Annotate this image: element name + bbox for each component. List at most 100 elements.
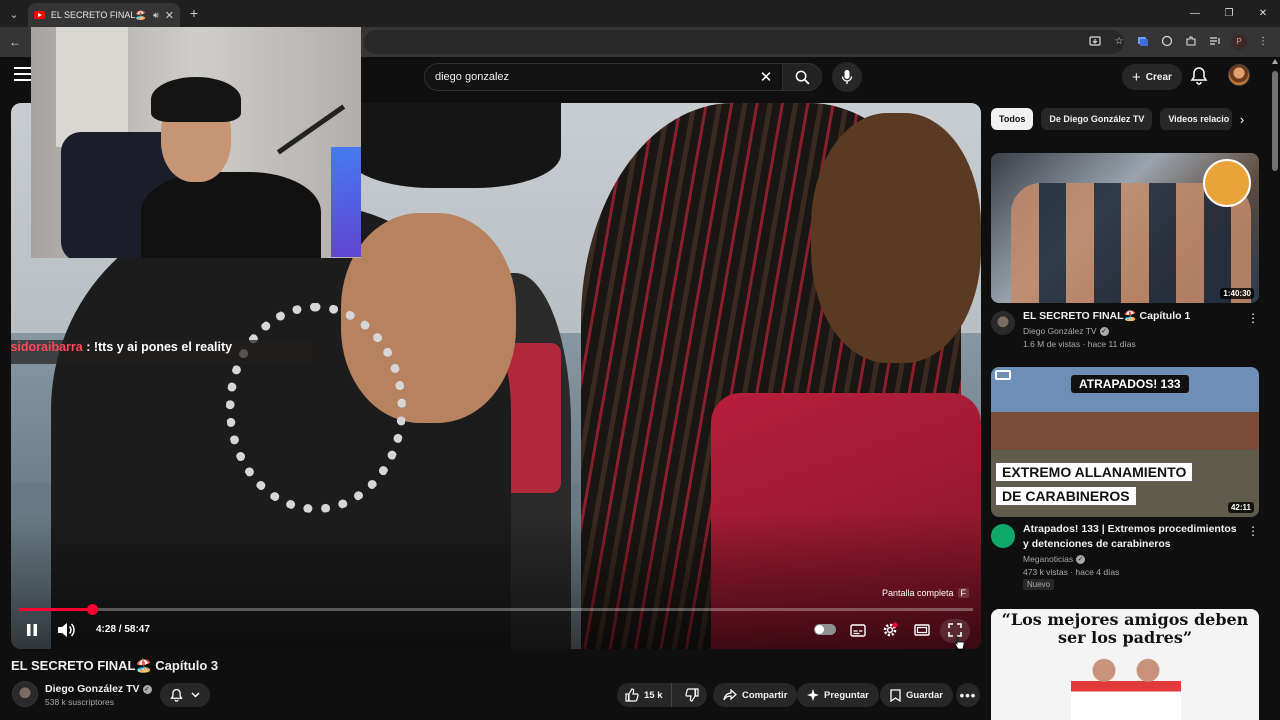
bookmark-icon bbox=[890, 688, 901, 702]
fullscreen-icon bbox=[948, 623, 962, 637]
volume-icon bbox=[58, 623, 75, 637]
subtitles-icon bbox=[850, 623, 866, 637]
browser-tab-active[interactable]: EL SECRETO FINAL🏖️ Capítulo 3 🔊︎ ✕ bbox=[28, 3, 180, 27]
address-bar[interactable] bbox=[364, 30, 1124, 54]
video-title-link[interactable]: EL SECRETO FINAL🏖️ Capítulo 1 bbox=[1023, 309, 1243, 324]
search-input[interactable]: diego gonzalez ✕ bbox=[424, 63, 782, 91]
share-button[interactable]: Compartir bbox=[713, 683, 798, 707]
thumbnail-quote: “Los mejores amigos deben ser los padres… bbox=[1001, 610, 1249, 647]
search-query: diego gonzalez bbox=[435, 71, 510, 83]
more-vert-icon[interactable]: ⋮ bbox=[1247, 524, 1259, 538]
toolbar-icons: ☆ P ⋮ bbox=[1086, 32, 1272, 50]
thumbnail-caption: DE CARABINEROS bbox=[996, 487, 1136, 505]
bell-icon bbox=[170, 688, 183, 702]
autoplay-toggle[interactable] bbox=[814, 624, 836, 635]
verified-check-icon: ✓ bbox=[1099, 327, 1109, 336]
video-thumbnail[interactable]: “Los mejores amigos deben ser los padres… bbox=[991, 609, 1259, 720]
subscribed-notifications-button[interactable] bbox=[160, 683, 210, 707]
like-count: 15 k bbox=[644, 689, 663, 701]
bookmark-star-icon[interactable]: ☆ bbox=[1110, 32, 1128, 50]
scrollbar-thumb[interactable] bbox=[1272, 71, 1278, 171]
scroll-up-arrow-icon[interactable] bbox=[1272, 59, 1278, 64]
fullscreen-shortcut-key: F bbox=[957, 588, 970, 598]
verified-check-icon: ✓ bbox=[142, 685, 152, 694]
install-app-icon[interactable] bbox=[1086, 32, 1104, 50]
video-channel: Diego González TV ✓ bbox=[1023, 326, 1109, 336]
channel-avatar[interactable] bbox=[991, 524, 1015, 548]
save-button[interactable]: Guardar bbox=[880, 683, 953, 707]
share-icon bbox=[723, 689, 737, 701]
video-title: EL SECRETO FINAL🏖️ Capítulo 3 bbox=[11, 658, 219, 673]
theater-icon bbox=[914, 624, 930, 636]
more-vert-icon[interactable]: ⋮ bbox=[1254, 32, 1272, 50]
video-thumbnail[interactable]: ATRAPADOS! 133 EXTREMO ALLANAMIENTO DE C… bbox=[991, 367, 1259, 517]
close-icon[interactable]: ✕ bbox=[165, 9, 174, 22]
chevron-right-icon[interactable]: › bbox=[1234, 111, 1250, 127]
ask-button[interactable]: Preguntar bbox=[797, 683, 879, 707]
youtube-favicon-icon bbox=[34, 11, 45, 19]
fullscreen-tooltip: Pantalla completa F bbox=[877, 584, 974, 602]
restore-button[interactable]: ❐ bbox=[1212, 0, 1246, 27]
chip-related[interactable]: Videos relacio bbox=[1160, 108, 1233, 130]
more-actions-button[interactable]: ••• bbox=[956, 683, 980, 707]
video-title-link[interactable]: Atrapados! 133 | Extremos procedimientos… bbox=[1023, 522, 1243, 552]
notifications-bell-icon[interactable] bbox=[1190, 66, 1210, 86]
thumbs-down-icon bbox=[685, 688, 699, 702]
progress-played bbox=[19, 608, 92, 611]
page-scrollbar[interactable] bbox=[1270, 57, 1280, 720]
channel-avatar[interactable] bbox=[12, 681, 38, 707]
share-label: Compartir bbox=[742, 689, 788, 701]
related-filter-chips: Todos De Diego González TV Videos relaci… bbox=[991, 108, 1233, 130]
account-avatar[interactable] bbox=[1228, 64, 1250, 86]
video-stats: 473 k vistas · hace 4 días bbox=[1023, 567, 1120, 577]
channel-avatar[interactable] bbox=[991, 311, 1015, 335]
channel-name-link[interactable]: Diego González TV ✓ bbox=[45, 683, 152, 695]
chat-username: Isidoraibarra bbox=[11, 340, 83, 354]
puzzle-icon[interactable] bbox=[1182, 32, 1200, 50]
chip-todos[interactable]: Todos bbox=[991, 108, 1034, 130]
new-badge: Nuevo bbox=[1023, 579, 1055, 590]
clear-search-icon[interactable]: ✕ bbox=[754, 68, 778, 86]
chip-channel[interactable]: De Diego González TV bbox=[1041, 108, 1153, 130]
more-vert-icon[interactable]: ⋮ bbox=[1247, 311, 1259, 325]
pause-button[interactable] bbox=[19, 617, 45, 643]
menu-icon[interactable] bbox=[14, 67, 32, 81]
create-label: Crear bbox=[1145, 71, 1172, 83]
minimize-button[interactable]: — bbox=[1178, 0, 1212, 27]
thumbnail-caption: EXTREMO ALLANAMIENTO bbox=[996, 463, 1193, 481]
ask-label: Preguntar bbox=[824, 689, 869, 701]
player-controls: 4:28 / 58:47 bbox=[11, 615, 981, 645]
profile-avatar[interactable]: P bbox=[1230, 32, 1248, 50]
voice-search-button[interactable] bbox=[832, 62, 862, 92]
chevron-down-icon[interactable]: ⌄ bbox=[4, 4, 24, 24]
search-button[interactable] bbox=[782, 63, 822, 91]
dislike-button[interactable] bbox=[677, 688, 707, 702]
plus-icon: + bbox=[1132, 68, 1141, 86]
subscriber-count: 538 k suscriptores bbox=[45, 697, 114, 707]
microphone-icon bbox=[841, 70, 853, 84]
media-controls-icon[interactable] bbox=[1206, 32, 1224, 50]
subtitles-button[interactable] bbox=[845, 617, 871, 643]
more-horiz-icon: ••• bbox=[959, 687, 977, 703]
new-tab-button[interactable]: + bbox=[186, 5, 202, 21]
progress-bar[interactable] bbox=[19, 604, 973, 615]
video-duration: 1:40:30 bbox=[1220, 288, 1254, 299]
theater-mode-button[interactable] bbox=[909, 617, 935, 643]
close-window-button[interactable]: ✕ bbox=[1246, 0, 1280, 27]
extension-icon[interactable] bbox=[1158, 32, 1176, 50]
back-arrow-icon[interactable]: ← bbox=[6, 33, 24, 51]
settings-button[interactable] bbox=[877, 617, 903, 643]
like-button[interactable]: 15 k bbox=[617, 683, 672, 707]
verified-check-icon: ✓ bbox=[1076, 555, 1086, 564]
speaker-icon[interactable]: 🔊︎ bbox=[153, 10, 159, 21]
create-button[interactable]: + Crear bbox=[1122, 64, 1182, 90]
like-dislike-group: 15 k bbox=[617, 683, 707, 707]
save-label: Guardar bbox=[906, 689, 943, 701]
thumbnail-banner: ATRAPADOS! 133 bbox=[1071, 375, 1189, 393]
channel-name: Diego González TV bbox=[45, 683, 140, 695]
video-thumbnail[interactable]: 1:40:30 bbox=[991, 153, 1259, 303]
scrubber-handle[interactable] bbox=[87, 604, 98, 615]
volume-button[interactable] bbox=[53, 617, 79, 643]
window-controls: — ❐ ✕ bbox=[1178, 0, 1280, 27]
tab-groups-icon[interactable] bbox=[1134, 32, 1152, 50]
